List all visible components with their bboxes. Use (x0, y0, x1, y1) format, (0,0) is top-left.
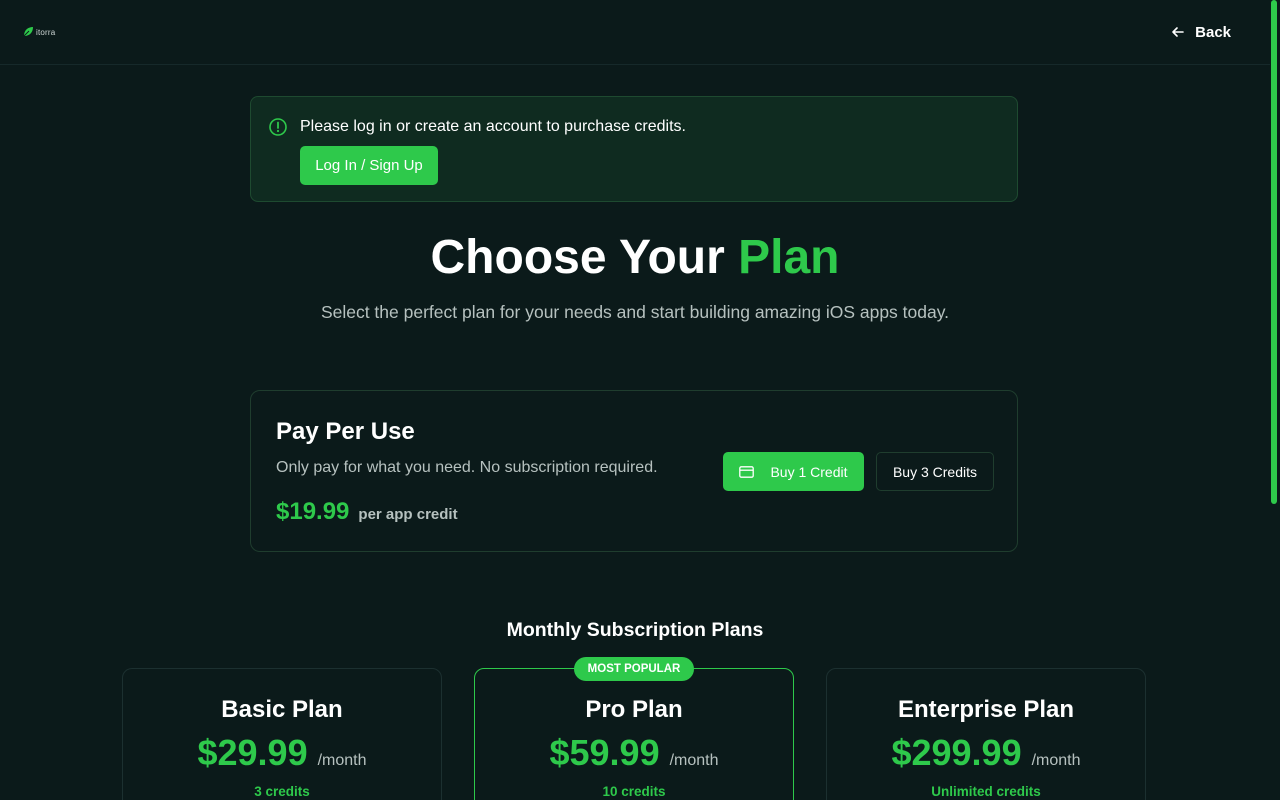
login-signup-button[interactable]: Log In / Sign Up (300, 146, 438, 185)
buy-one-credit-label: Buy 1 Credit (770, 463, 848, 480)
plan-price-period: /month (1031, 752, 1081, 769)
pay-per-use-price: $19.99 per app credit (276, 498, 458, 526)
plan-price-period: /month (317, 752, 367, 769)
page-title-main: Choose Your (430, 231, 739, 284)
pay-per-use-description: Only pay for what you need. No subscript… (276, 459, 658, 476)
back-button[interactable]: Back (1171, 24, 1231, 41)
plan-price-amount: $59.99 (549, 732, 660, 773)
plan-price: $59.99 /month (475, 732, 793, 774)
pay-per-use-card: Pay Per Use Only pay for what you need. … (250, 390, 1018, 552)
subscription-section-title: Monthly Subscription Plans (506, 619, 764, 641)
login-notice: Please log in or create an account to pu… (250, 96, 1018, 202)
plan-price: $29.99 /month (123, 732, 441, 774)
plan-name: Pro Plan (585, 696, 683, 723)
pay-per-use-amount: $19.99 (276, 498, 350, 525)
pay-per-use-unit: per app credit (358, 506, 458, 523)
logo-text: itorra (36, 27, 56, 37)
plan-credits: Unlimited credits (931, 784, 1041, 799)
plan-credits: 3 credits (254, 784, 310, 799)
most-popular-badge: MOST POPULAR (574, 657, 694, 681)
pay-per-use-title: Pay Per Use (276, 418, 415, 445)
plan-price-period: /month (669, 752, 719, 769)
plan-price: $299.99 /month (827, 732, 1145, 774)
back-button-label: Back (1195, 23, 1231, 41)
page-subtitle: Select the perfect plan for your needs a… (320, 302, 950, 322)
notice-message: Please log in or create an account to pu… (300, 118, 686, 135)
top-header: itorra Back (0, 0, 1270, 65)
plan-card-basic[interactable]: Basic Plan $29.99 /month 3 credits (122, 668, 442, 800)
plan-price-amount: $29.99 (197, 732, 308, 773)
plan-card-enterprise[interactable]: Enterprise Plan $299.99 /month Unlimited… (826, 668, 1146, 800)
page-title-accent: Plan (738, 231, 840, 284)
alert-circle-icon (269, 118, 287, 136)
credit-card-icon (739, 465, 755, 478)
page-scrollbar[interactable] (1271, 0, 1277, 504)
arrow-left-icon (1172, 27, 1184, 37)
page-title: Choose Your Plan (0, 230, 1270, 285)
plan-name: Basic Plan (221, 696, 343, 723)
plan-price-amount: $299.99 (891, 732, 1022, 773)
plan-card-pro[interactable]: MOST POPULAR Pro Plan $59.99 /month 10 c… (474, 657, 794, 800)
plan-credits: 10 credits (602, 784, 666, 799)
brand-logo[interactable]: itorra (22, 26, 55, 38)
buy-three-credits-button[interactable]: Buy 3 Credits (876, 452, 994, 491)
buy-one-credit-button[interactable]: Buy 1 Credit (723, 452, 864, 491)
plan-name: Enterprise Plan (897, 696, 1075, 723)
leaf-logo-icon (23, 27, 33, 37)
